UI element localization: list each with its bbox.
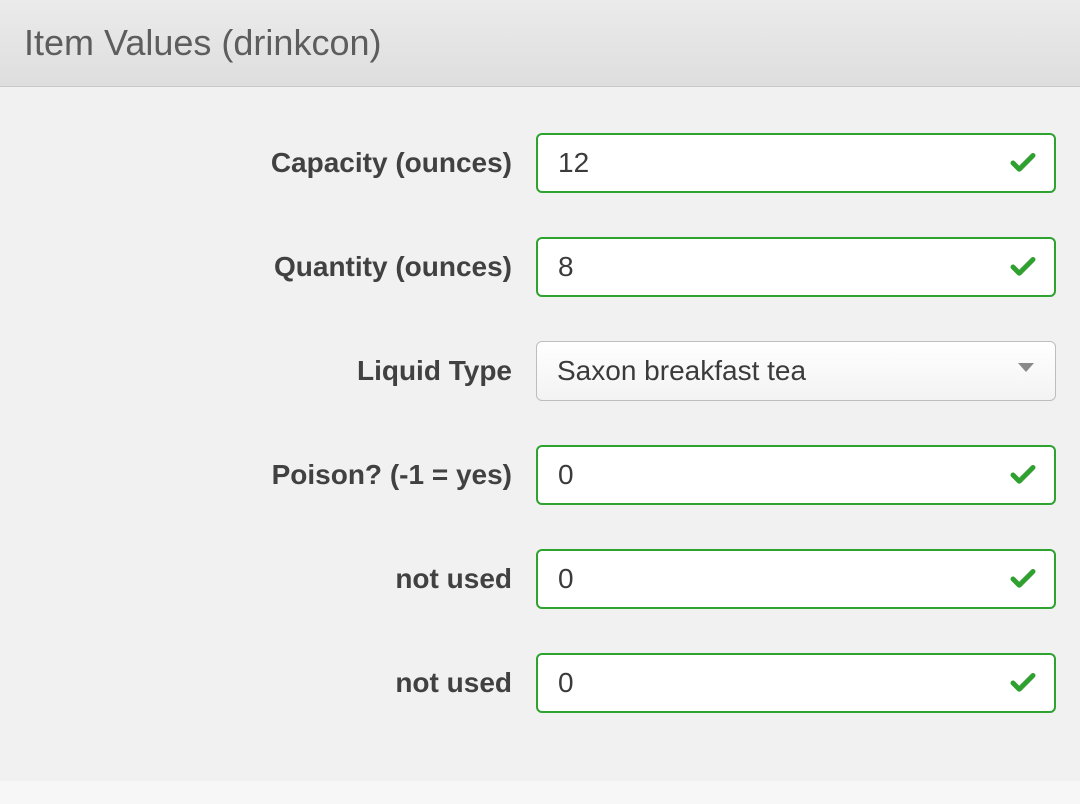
label-unused-2: not used (395, 667, 512, 698)
capacity-input[interactable] (536, 133, 1056, 193)
label-unused-1: not used (395, 563, 512, 594)
input-wrap-poison (536, 445, 1056, 505)
poison-input[interactable] (536, 445, 1056, 505)
input-wrap-capacity (536, 133, 1056, 193)
panel-title: Item Values (drinkcon) (24, 22, 1056, 64)
input-wrap-unused-2 (536, 653, 1056, 713)
panel-body: Capacity (ounces) Quantity (ounces) (0, 87, 1080, 781)
row-poison: Poison? (-1 = yes) (16, 445, 1064, 505)
input-wrap-unused-1 (536, 549, 1056, 609)
label-capacity: Capacity (ounces) (271, 147, 512, 178)
row-quantity: Quantity (ounces) (16, 237, 1064, 297)
row-unused-1: not used (16, 549, 1064, 609)
quantity-input[interactable] (536, 237, 1056, 297)
panel-header: Item Values (drinkcon) (0, 0, 1080, 87)
label-liquid-type: Liquid Type (357, 355, 512, 386)
label-quantity: Quantity (ounces) (274, 251, 512, 282)
unused-1-input[interactable] (536, 549, 1056, 609)
label-poison: Poison? (-1 = yes) (272, 459, 512, 490)
liquid-type-select[interactable]: Saxon breakfast tea (536, 341, 1056, 401)
unused-2-input[interactable] (536, 653, 1056, 713)
row-unused-2: not used (16, 653, 1064, 713)
row-capacity: Capacity (ounces) (16, 133, 1064, 193)
select-wrap-liquid-type: Saxon breakfast tea (536, 341, 1056, 401)
input-wrap-quantity (536, 237, 1056, 297)
row-liquid-type: Liquid Type Saxon breakfast tea (16, 341, 1064, 401)
